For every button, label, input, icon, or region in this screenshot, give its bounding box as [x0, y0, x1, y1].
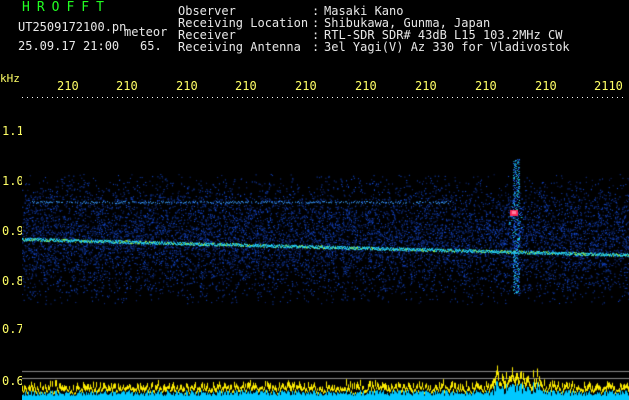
time-tick-label: 210 [176, 79, 198, 93]
time-tick-label: 210 [415, 79, 437, 93]
freq-tick-label: 1.0 [2, 174, 24, 188]
spectrogram-canvas [22, 99, 629, 400]
time-tick-label: 210 [475, 79, 497, 93]
meta-sep: : [312, 40, 320, 54]
meta-key: Receiving Antenna [178, 40, 301, 54]
time-tick-label: 210 [235, 79, 257, 93]
time-tick-label: 210 [57, 79, 79, 93]
datetime-label: 25.09.17 21:00 [18, 39, 120, 53]
meteor-label: meteor [124, 25, 168, 39]
freq-tick-label: 0.6 [2, 374, 24, 388]
time-tick-label: 210 [355, 79, 377, 93]
time-tick-label: 2110 [594, 79, 623, 93]
unit-label: kHz [0, 72, 20, 85]
time-tick-label: 210 [535, 79, 557, 93]
count-value: 65. [140, 39, 162, 53]
freq-tick-label: 0.9 [2, 224, 24, 238]
freq-tick-label: 0.8 [2, 274, 24, 288]
freq-tick-label: 0.7 [2, 322, 24, 336]
header-panel: HROFFT UT2509172100.pn meteor 25.09.17 2… [0, 0, 629, 70]
filename-label: UT2509172100.pn [18, 20, 127, 34]
freq-tick-label: 1.1 [2, 124, 24, 138]
time-tick-label: 210 [295, 79, 317, 93]
app-logo: HROFFT [22, 0, 111, 15]
time-tick-label: 210 [116, 79, 138, 93]
meta-value: 3el Yagi(V) Az 330 for Vladivostok [324, 40, 570, 54]
meta-antenna: Receiving Antenna:3el Yagi(V) Az 330 for… [178, 40, 570, 54]
